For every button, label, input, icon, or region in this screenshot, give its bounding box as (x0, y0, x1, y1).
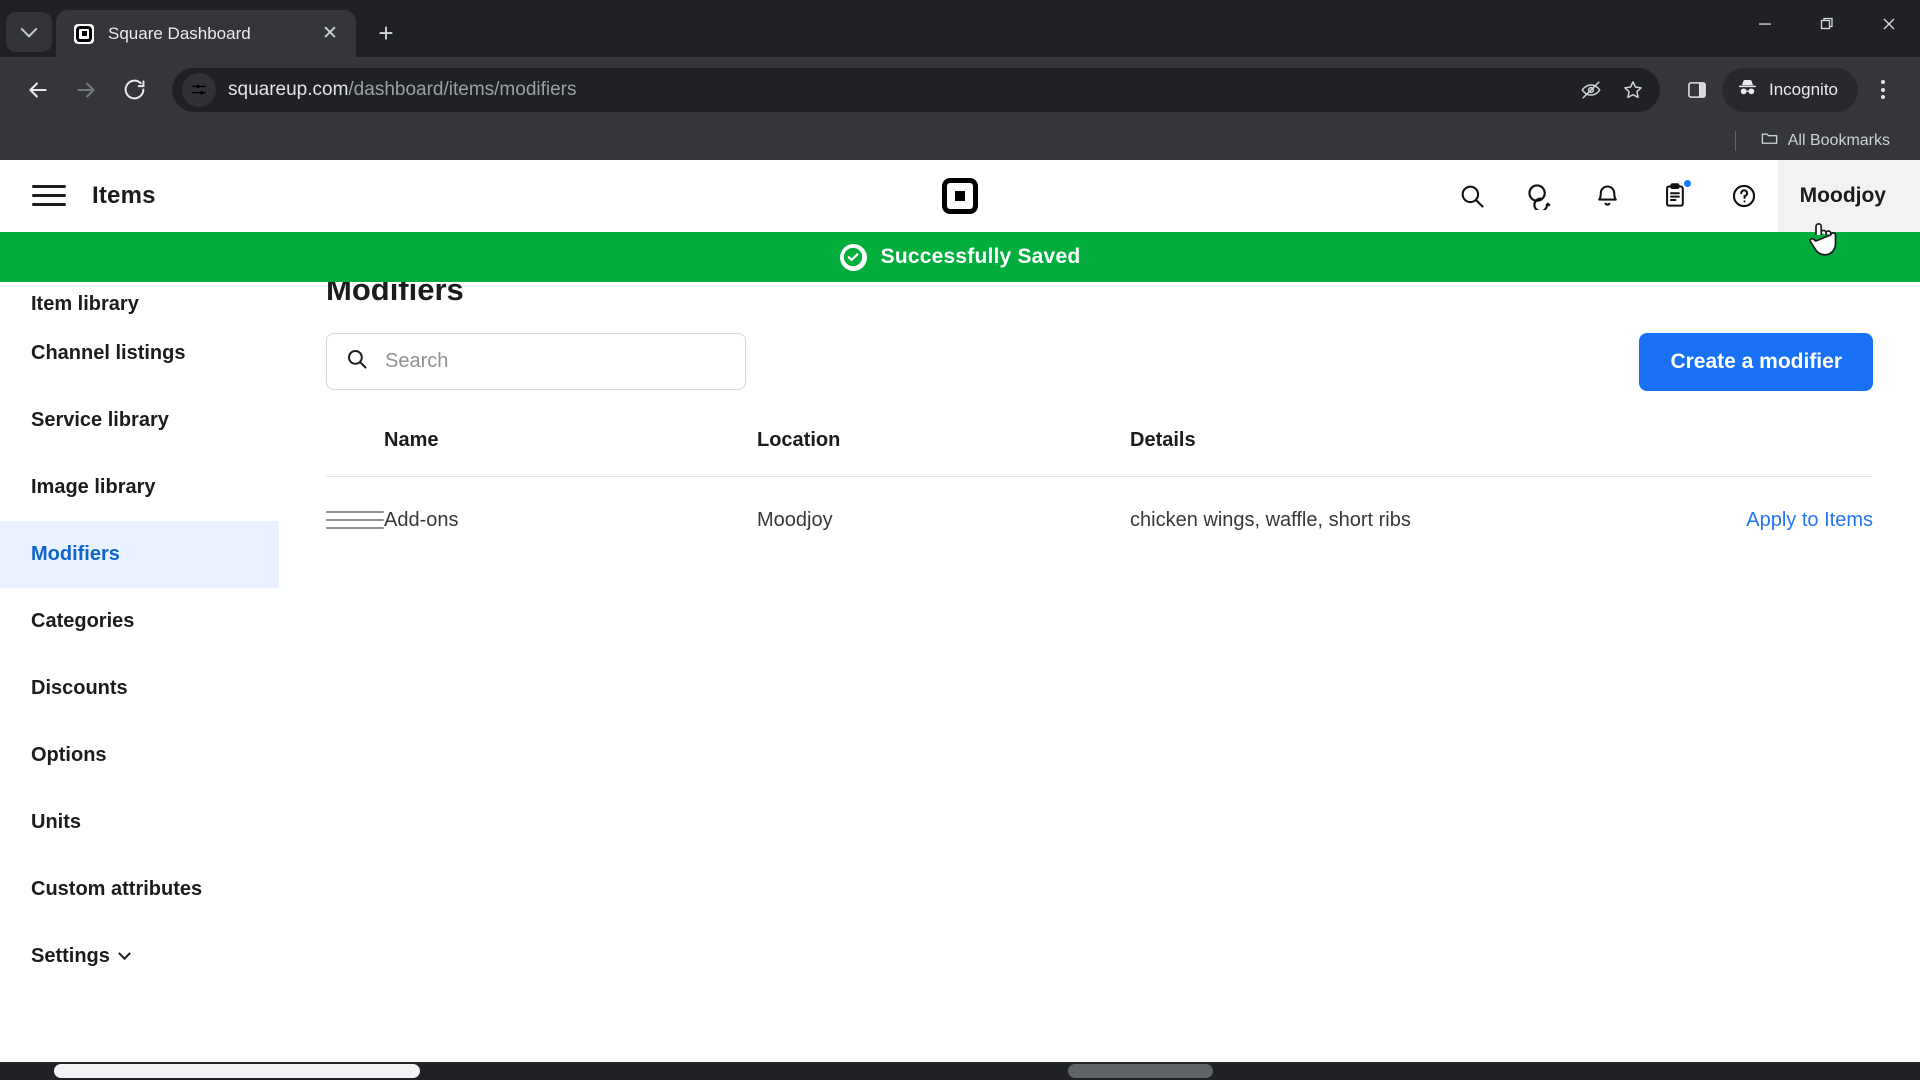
cell-location: Moodjoy (757, 508, 833, 531)
incognito-hat-icon (1736, 76, 1759, 104)
sidebar-item-label: Service library (31, 409, 169, 431)
back-arrow-icon[interactable] (14, 66, 62, 114)
cell-name: Add-ons (384, 508, 459, 531)
sidebar-item-label: Channel listings (31, 342, 186, 364)
sidebar-item-categories[interactable]: Categories (0, 588, 279, 655)
chevron-down-icon (20, 20, 38, 38)
divider (1734, 131, 1736, 151)
star-icon[interactable] (1614, 71, 1652, 109)
browser-tab[interactable]: Square Dashboard ✕ (56, 10, 356, 57)
incognito-label: Incognito (1769, 79, 1838, 99)
drag-handle-cell[interactable] (326, 505, 384, 535)
tab-search-button[interactable] (6, 12, 52, 52)
sidebar-item-discounts[interactable]: Discounts (0, 655, 279, 722)
sidebar-item-settings[interactable]: Settings (0, 923, 279, 990)
modifiers-table: Name Location Details Add-ons Moodjoy ch… (326, 429, 1873, 564)
window-controls (1734, 0, 1920, 48)
notification-badge (1681, 177, 1693, 189)
account-label: Moodjoy (1799, 183, 1886, 207)
sidebar-item-image-library[interactable]: Image library (0, 454, 279, 521)
notifications-bell-icon[interactable] (1574, 160, 1642, 232)
account-menu-button[interactable]: Moodjoy (1777, 160, 1920, 232)
app-header: Items Moodjoy (0, 160, 1920, 232)
cell-action: Apply to Items (1703, 509, 1873, 532)
sidebar-nav: Item library Channel listings Service li… (0, 282, 279, 1080)
search-icon[interactable] (1438, 160, 1506, 232)
folder-icon (1760, 129, 1779, 153)
sidebar-item-label: Item library (31, 293, 139, 315)
horizontal-scrollbar[interactable] (0, 1062, 1920, 1080)
main-content: Modifiers Search Create a modifier Name (279, 273, 1920, 1080)
address-bar[interactable]: squareup.com/dashboard/items/modifiers (172, 67, 1660, 112)
scrollbar-thumb-secondary[interactable] (1068, 1064, 1213, 1078)
page-settings-icon[interactable] (182, 72, 216, 107)
tab-title: Square Dashboard (108, 23, 251, 43)
scrollbar-thumb[interactable] (54, 1064, 420, 1078)
browser-window: Square Dashboard ✕ + squareup.com/dashbo… (0, 0, 1920, 1080)
cell-details: chicken wings, waffle, short ribs (1130, 508, 1411, 531)
forward-arrow-icon (62, 66, 110, 114)
app-header-actions: Moodjoy (1438, 160, 1920, 232)
sidebar-item-service-library[interactable]: Service library (0, 387, 279, 454)
all-bookmarks-label: All Bookmarks (1787, 132, 1890, 149)
search-icon (345, 347, 369, 376)
sidebar-item-options[interactable]: Options (0, 722, 279, 789)
search-input[interactable]: Search (326, 333, 746, 391)
close-icon[interactable]: ✕ (316, 20, 344, 48)
sidebar-item-label: Image library (31, 476, 156, 498)
table-header-row: Name Location Details (326, 429, 1873, 477)
bookmarks-bar: All Bookmarks (0, 122, 1920, 160)
sidebar-item-label: Categories (31, 610, 135, 632)
page-section-title: Items (92, 181, 156, 209)
content-controls: Search Create a modifier (326, 332, 1873, 391)
all-bookmarks-button[interactable]: All Bookmarks (1752, 125, 1898, 157)
sidebar-item-units[interactable]: Units (0, 789, 279, 856)
sidebar-item-modifiers[interactable]: Modifiers (0, 521, 279, 588)
browser-toolbar: squareup.com/dashboard/items/modifiers I… (0, 57, 1920, 122)
restore-icon[interactable] (1796, 0, 1858, 48)
eye-slash-icon[interactable] (1572, 71, 1610, 109)
drag-handle-icon[interactable] (326, 511, 384, 530)
sidebar-item-label: Custom attributes (31, 878, 203, 900)
new-tab-button[interactable]: + (366, 13, 406, 53)
app-body: Item library Channel listings Service li… (0, 273, 1920, 1080)
side-panel-icon[interactable] (1674, 67, 1720, 113)
tab-strip: Square Dashboard ✕ + (0, 0, 1920, 57)
sidebar-item-label: Options (31, 744, 107, 766)
create-modifier-button[interactable]: Create a modifier (1639, 332, 1873, 391)
check-circle-icon (839, 243, 867, 271)
sidebar-item-label: Discounts (31, 677, 128, 699)
messages-icon[interactable] (1506, 160, 1574, 232)
apply-to-items-link[interactable]: Apply to Items (1746, 509, 1873, 531)
toolbar-right-actions: Incognito (1674, 67, 1906, 113)
sidebar-item-label: Modifiers (31, 543, 120, 565)
reload-icon[interactable] (110, 66, 158, 114)
table-header-location: Location (757, 428, 841, 451)
hamburger-menu-icon[interactable] (32, 179, 66, 212)
status-banner: Successfully Saved (0, 232, 1920, 282)
sidebar-item-label: Units (31, 811, 81, 833)
close-icon[interactable] (1858, 0, 1920, 48)
table-row[interactable]: Add-ons Moodjoy chicken wings, waffle, s… (326, 477, 1873, 564)
chevron-down-icon (118, 947, 131, 961)
kebab-menu-icon[interactable] (1860, 67, 1906, 113)
url-text: squareup.com/dashboard/items/modifiers (228, 78, 577, 100)
square-logo-icon[interactable] (942, 177, 978, 214)
square-logo-icon (74, 23, 94, 44)
clipboard-tasks-icon[interactable] (1642, 160, 1710, 232)
sidebar-item-custom-attributes[interactable]: Custom attributes (0, 856, 279, 923)
help-circle-icon[interactable] (1710, 160, 1778, 232)
search-placeholder: Search (385, 350, 449, 373)
incognito-indicator[interactable]: Incognito (1722, 67, 1858, 112)
table-header-name: Name (384, 428, 439, 451)
sidebar-item-label: Settings (31, 945, 110, 967)
sidebar-item-channel-listings[interactable]: Channel listings (0, 320, 279, 387)
square-dashboard-app: Items Moodjoy Successfully Saved Item li… (0, 160, 1920, 1080)
sidebar-item-item-library[interactable]: Item library (0, 282, 279, 320)
banner-message: Successfully Saved (880, 245, 1081, 268)
table-header-details: Details (1130, 428, 1196, 451)
minimize-icon[interactable] (1734, 0, 1796, 48)
